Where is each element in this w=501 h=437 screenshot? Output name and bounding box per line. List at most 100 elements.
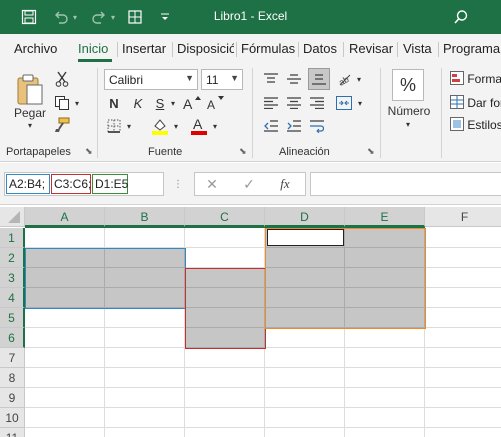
cell-b6[interactable] xyxy=(105,328,185,348)
cell-a7[interactable] xyxy=(25,348,105,368)
cell-d8[interactable] xyxy=(265,368,345,388)
font-color-dropdown-icon[interactable]: ▾ xyxy=(210,120,220,132)
cell-e6[interactable] xyxy=(345,328,425,348)
underline-dropdown-icon[interactable]: ▾ xyxy=(168,97,178,109)
cell-f9[interactable] xyxy=(425,388,501,408)
row-header-6[interactable]: 6 xyxy=(0,328,25,348)
cell-d3[interactable] xyxy=(265,268,345,288)
row-header-7[interactable]: 7 xyxy=(0,348,25,368)
cell-a9[interactable] xyxy=(25,388,105,408)
cell-c3[interactable] xyxy=(185,268,265,288)
cell-a8[interactable] xyxy=(25,368,105,388)
cut-icon[interactable] xyxy=(52,70,72,88)
text-orientation-dropdown-icon[interactable]: ▾ xyxy=(354,73,364,85)
cell-d11[interactable] xyxy=(265,428,345,437)
cell-b3[interactable] xyxy=(105,268,185,288)
font-name-combo[interactable]: Calibri ▼ xyxy=(104,69,198,90)
cell-a6[interactable] xyxy=(25,328,105,348)
clipboard-launcher-icon[interactable]: ⬊ xyxy=(85,146,93,157)
text-orientation-icon[interactable]: ab xyxy=(336,70,354,88)
align-right-icon[interactable] xyxy=(308,94,326,112)
cell-a1[interactable] xyxy=(25,228,105,248)
row-header-3[interactable]: 3 xyxy=(0,268,25,288)
cancel-icon[interactable]: ✕ xyxy=(204,176,220,192)
cell-a11[interactable] xyxy=(25,428,105,437)
format-painter-icon[interactable] xyxy=(52,116,72,134)
tab-inicio[interactable]: Inicio xyxy=(78,41,108,56)
cell-styles-button[interactable]: Estilos xyxy=(450,117,501,133)
cell-c7[interactable] xyxy=(185,348,265,368)
cell-b2[interactable] xyxy=(105,248,185,268)
font-launcher-icon[interactable]: ⬊ xyxy=(239,146,247,157)
cell-e9[interactable] xyxy=(345,388,425,408)
alignment-launcher-icon[interactable]: ⬊ xyxy=(367,146,375,157)
borders-icon[interactable] xyxy=(105,117,123,135)
cell-e1[interactable] xyxy=(345,228,425,248)
cell-f3[interactable] xyxy=(425,268,501,288)
cell-f4[interactable] xyxy=(425,288,501,308)
row-header-2[interactable]: 2 xyxy=(0,248,25,268)
cell-e4[interactable] xyxy=(345,288,425,308)
cell-f8[interactable] xyxy=(425,368,501,388)
tab-formulas[interactable]: Fórmulas xyxy=(241,41,295,56)
tab-insertar[interactable]: Insertar xyxy=(122,41,166,56)
italic-button[interactable]: K xyxy=(129,94,147,112)
cell-f10[interactable] xyxy=(425,408,501,428)
copy-dropdown-icon[interactable]: ▾ xyxy=(72,97,82,109)
cell-a4[interactable] xyxy=(25,288,105,308)
select-all-corner[interactable] xyxy=(0,207,25,227)
row-header-5[interactable]: 5 xyxy=(0,308,25,328)
fill-color-icon[interactable] xyxy=(150,116,170,136)
cell-c2[interactable] xyxy=(185,248,265,268)
cell-b1[interactable] xyxy=(105,228,185,248)
paste-button[interactable] xyxy=(10,70,50,110)
cell-c4[interactable] xyxy=(185,288,265,308)
row-header-4[interactable]: 4 xyxy=(0,288,25,308)
paste-label[interactable]: Pegar xyxy=(10,106,50,120)
cell-b7[interactable] xyxy=(105,348,185,368)
cell-e11[interactable] xyxy=(345,428,425,437)
row-header-10[interactable]: 10 xyxy=(0,408,25,428)
align-top-icon[interactable] xyxy=(262,70,280,88)
wrap-text-icon[interactable] xyxy=(308,117,326,135)
cell-e10[interactable] xyxy=(345,408,425,428)
tab-programador[interactable]: Programa xyxy=(443,41,501,56)
enter-icon[interactable]: ✓ xyxy=(241,176,257,192)
column-header-e[interactable]: E xyxy=(345,207,425,227)
cell-b11[interactable] xyxy=(105,428,185,437)
cell-b9[interactable] xyxy=(105,388,185,408)
column-header-b[interactable]: B xyxy=(105,207,185,227)
cell-d4[interactable] xyxy=(265,288,345,308)
cell-f1[interactable] xyxy=(425,228,501,248)
column-header-a[interactable]: A xyxy=(25,207,105,227)
bold-button[interactable]: N xyxy=(105,94,123,112)
column-header-c[interactable]: C xyxy=(185,207,265,227)
cell-b5[interactable] xyxy=(105,308,185,328)
active-cell-d1[interactable] xyxy=(267,229,344,246)
decrease-indent-icon[interactable] xyxy=(262,117,280,135)
increase-font-icon[interactable]: A xyxy=(182,94,202,112)
row-header-8[interactable]: 8 xyxy=(0,368,25,388)
align-middle-icon[interactable] xyxy=(285,70,303,88)
cell-e7[interactable] xyxy=(345,348,425,368)
tab-disposicion[interactable]: Disposición xyxy=(177,41,234,56)
cell-f2[interactable] xyxy=(425,248,501,268)
merge-center-icon[interactable] xyxy=(334,94,354,112)
underline-button[interactable]: S xyxy=(151,94,169,112)
conditional-format-button[interactable]: Formato xyxy=(450,71,501,87)
borders-dropdown-icon[interactable]: ▾ xyxy=(124,120,134,132)
cell-e3[interactable] xyxy=(345,268,425,288)
number-format-button[interactable]: % xyxy=(392,69,424,101)
search-icon[interactable] xyxy=(452,8,470,26)
paste-dropdown-icon[interactable]: ▾ xyxy=(24,120,36,130)
number-dropdown-icon[interactable]: ▾ xyxy=(403,119,413,129)
cell-e5[interactable] xyxy=(345,308,425,328)
cell-d9[interactable] xyxy=(265,388,345,408)
cell-f7[interactable] xyxy=(425,348,501,368)
cell-c6[interactable] xyxy=(185,328,265,348)
align-bottom-icon[interactable] xyxy=(308,68,330,90)
cell-d10[interactable] xyxy=(265,408,345,428)
cell-a10[interactable] xyxy=(25,408,105,428)
align-center-icon[interactable] xyxy=(285,94,303,112)
cell-c1[interactable] xyxy=(185,228,265,248)
